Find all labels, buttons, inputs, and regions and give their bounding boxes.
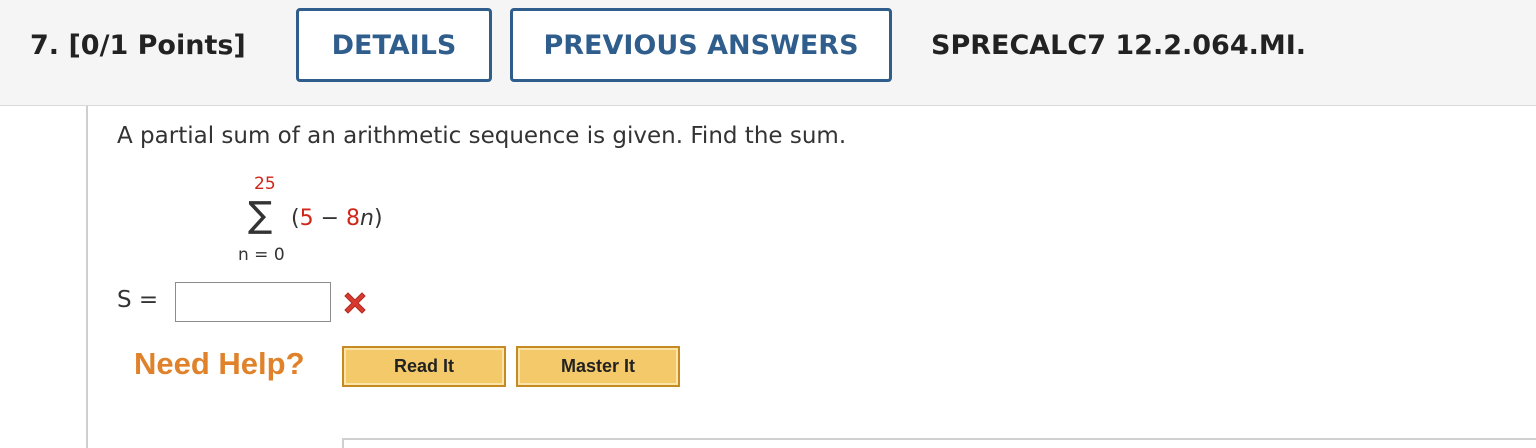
- red-cross-icon: [344, 292, 366, 314]
- sum-lower-limit: n = 0: [238, 245, 285, 265]
- answer-label: S =: [117, 287, 159, 313]
- question-title: 7. [0/1 Points]: [30, 30, 246, 61]
- sum-expression: (5 − 8n): [291, 206, 383, 231]
- content-left-border: [86, 106, 88, 448]
- read-it-button[interactable]: Read It: [342, 346, 506, 387]
- previous-answers-button[interactable]: PREVIOUS ANSWERS: [510, 8, 892, 82]
- expr-coefficient: 8: [346, 206, 361, 231]
- next-panel-edge: [342, 438, 1536, 448]
- expr-first-term: 5: [299, 206, 314, 231]
- expr-variable: n: [360, 206, 374, 231]
- question-points: [0/1 Points]: [68, 30, 246, 61]
- sum-upper-limit: 25: [254, 174, 276, 194]
- sigma-symbol: ∑: [248, 195, 273, 236]
- expr-operator: −: [313, 206, 347, 231]
- question-code: SPRECALC7 12.2.064.MI.: [931, 30, 1307, 61]
- need-help-label: Need Help?: [134, 346, 305, 381]
- question-number: 7.: [30, 30, 60, 61]
- answer-input[interactable]: [175, 282, 331, 322]
- expr-close-paren: ): [373, 206, 383, 231]
- question-prompt: A partial sum of an arithmetic sequence …: [117, 123, 847, 149]
- question-header: 7. [0/1 Points] DETAILS PREVIOUS ANSWERS…: [0, 0, 1536, 106]
- details-button[interactable]: DETAILS: [296, 8, 492, 82]
- expr-open-paren: (: [291, 206, 300, 231]
- master-it-button[interactable]: Master It: [516, 346, 680, 387]
